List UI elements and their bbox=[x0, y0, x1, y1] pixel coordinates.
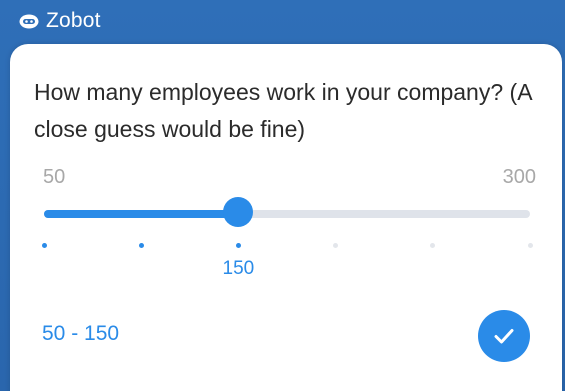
slider-track-fill bbox=[44, 210, 239, 218]
chat-header: Zobot bbox=[0, 0, 565, 44]
slider-tick bbox=[138, 243, 144, 248]
slider-current-value: 150 bbox=[222, 258, 255, 279]
slider-tick bbox=[235, 243, 241, 248]
question-text: How many employees work in your company?… bbox=[34, 79, 532, 142]
slider-max-label: 300 bbox=[502, 166, 536, 188]
bot-icon bbox=[19, 14, 39, 29]
checkmark-icon bbox=[494, 329, 514, 344]
slider-track[interactable] bbox=[44, 210, 530, 218]
slider-tick bbox=[41, 243, 47, 248]
slider-tick bbox=[527, 243, 533, 248]
slider-thumb[interactable] bbox=[223, 197, 254, 227]
question-card: How many employees work in your company?… bbox=[10, 44, 562, 391]
slider-tick bbox=[430, 243, 436, 248]
slider-tick bbox=[333, 243, 339, 248]
submit-button[interactable] bbox=[478, 310, 530, 362]
selected-range: 50 - 150 bbox=[42, 322, 120, 345]
slider-min-label: 50 bbox=[43, 166, 66, 188]
bot-name: Zobot bbox=[46, 9, 101, 32]
